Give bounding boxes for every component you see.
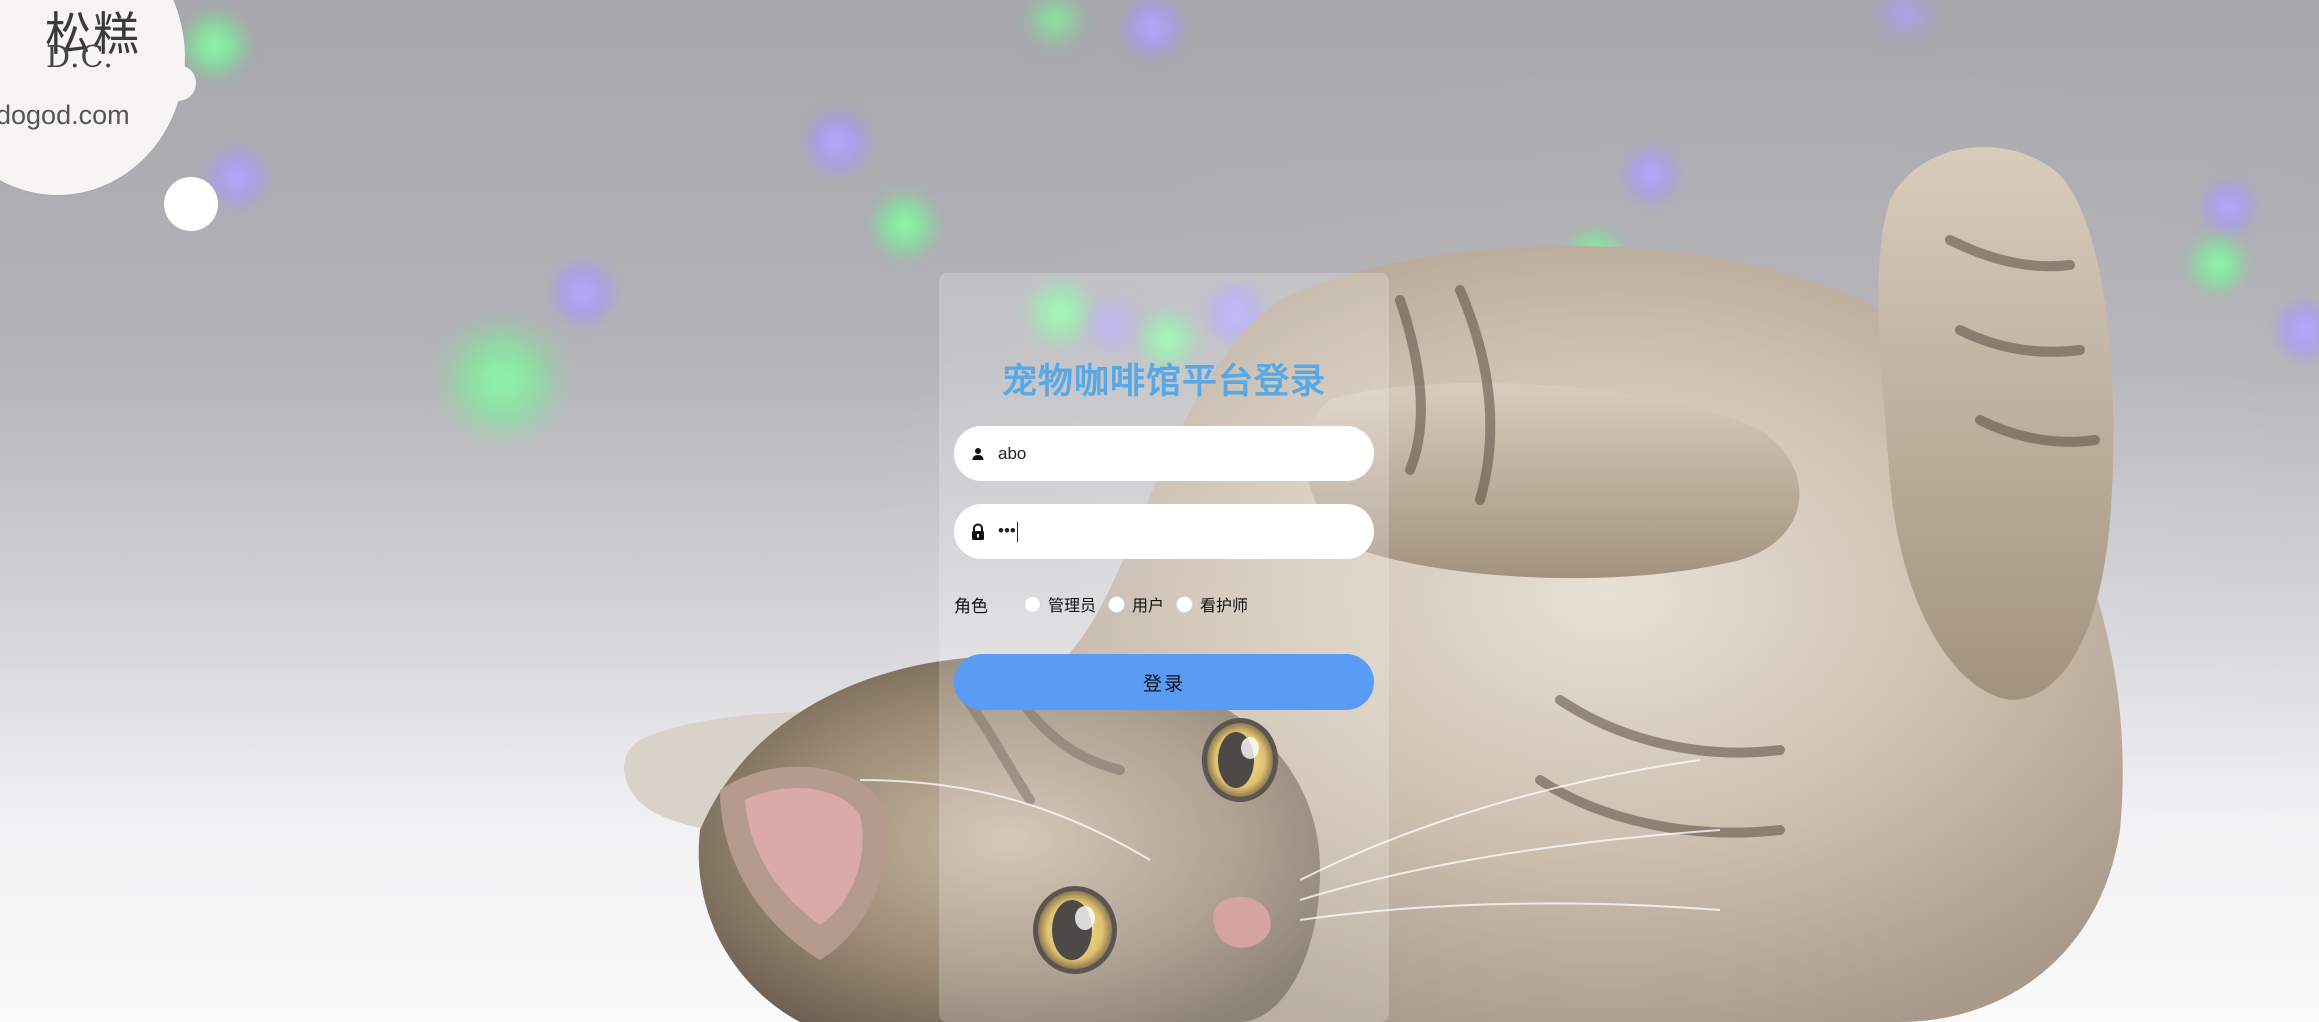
logo-initials: D.C. (46, 40, 114, 75)
login-title: 宠物咖啡馆平台登录 (1001, 362, 1326, 402)
role-label: 角色 (954, 596, 988, 617)
password-field[interactable]: ••• (954, 504, 1374, 559)
text-caret (1016, 521, 1018, 542)
login-panel: 宠物咖啡馆平台登录 abo ••• 角色 管理员 用户 看护师 登录 (939, 273, 1389, 1022)
username-value: abo (998, 443, 1027, 463)
decorative-dot (164, 177, 218, 231)
role-option-label: 用户 (1132, 596, 1165, 615)
radio-button[interactable] (1108, 595, 1126, 613)
lock-icon (966, 520, 990, 544)
logo-website: dogod.com (0, 100, 130, 130)
role-option-caretaker[interactable]: 看护师 (1176, 592, 1248, 616)
role-selector: 角色 管理员 用户 看护师 (954, 589, 1374, 619)
radio-button[interactable] (1024, 595, 1041, 613)
password-mask: ••• (998, 521, 1016, 541)
role-option-user[interactable]: 用户 (1108, 592, 1164, 616)
brand-logo: 松糕 D.C. dogod.com (0, 0, 196, 195)
password-value: ••• (998, 521, 1358, 542)
login-button[interactable]: 登录 (954, 654, 1374, 710)
username-field[interactable]: abo (954, 426, 1374, 481)
role-option-admin[interactable]: 管理员 (1024, 592, 1096, 616)
user-icon (966, 442, 990, 466)
radio-button[interactable] (1176, 595, 1194, 613)
login-page: 松糕 D.C. dogod.com 宠物咖啡馆平台登录 abo ••• 角色 管… (0, 0, 2319, 1022)
role-option-label: 管理员 (1048, 596, 1097, 615)
role-option-label: 看护师 (1200, 596, 1249, 615)
